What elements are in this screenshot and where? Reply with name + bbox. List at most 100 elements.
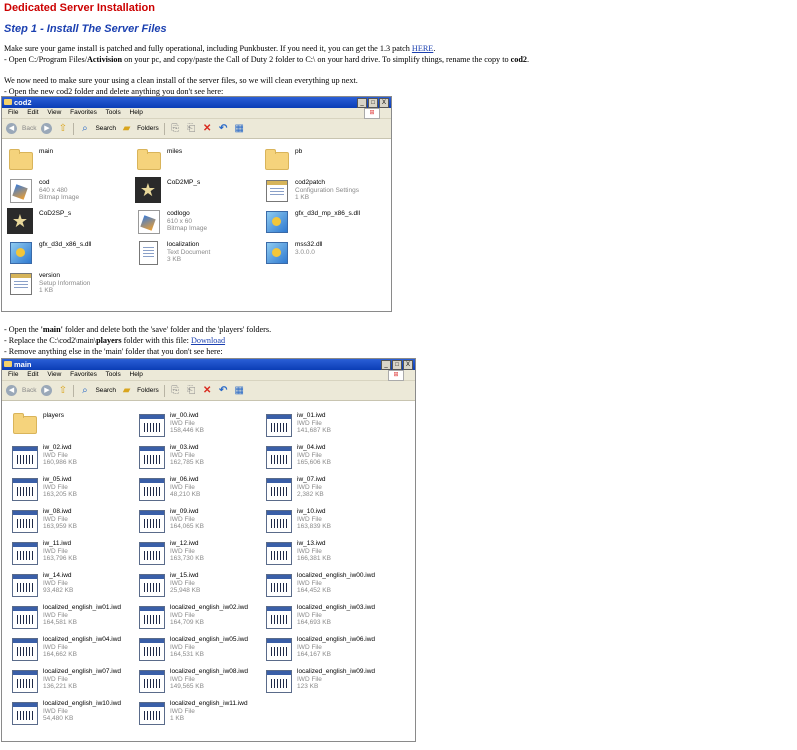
menu-edit[interactable]: Edit bbox=[27, 109, 38, 116]
title-bar[interactable]: main _ □ X bbox=[2, 359, 415, 370]
menu-help[interactable]: Help bbox=[130, 371, 143, 378]
menu-favorites[interactable]: Favorites bbox=[70, 371, 97, 378]
views-icon[interactable]: ▦ bbox=[234, 123, 245, 134]
menu-help[interactable]: Help bbox=[130, 109, 143, 116]
file-item[interactable]: iw_05.iwd IWD File 163,205 KB bbox=[11, 474, 131, 504]
file-item[interactable]: localized_english_iw11.iwd IWD File 1 KB bbox=[138, 698, 258, 728]
file-item[interactable]: localized_english_iw04.iwd IWD File 164,66… bbox=[11, 634, 131, 664]
file-item[interactable]: localization Text Document 3 KB bbox=[135, 239, 255, 269]
file-detail: IWD File bbox=[170, 419, 195, 427]
menu-favorites[interactable]: Favorites bbox=[70, 109, 97, 116]
close-button[interactable]: X bbox=[403, 360, 413, 370]
file-item[interactable]: iw_13.iwd IWD File 166,381 KB bbox=[265, 538, 385, 568]
file-item[interactable]: ★ CoD2SP_s bbox=[7, 208, 127, 238]
file-detail: 149,565 KB bbox=[170, 683, 204, 690]
file-item[interactable]: players bbox=[11, 410, 131, 440]
file-detail: 164,709 KB bbox=[170, 619, 204, 626]
menu-file[interactable]: File bbox=[8, 109, 18, 116]
file-item[interactable]: miles bbox=[135, 146, 255, 176]
move-to-icon[interactable]: ⎘ bbox=[170, 385, 181, 396]
file-item[interactable]: iw_14.iwd IWD File 93,482 KB bbox=[11, 570, 131, 600]
patch-link[interactable]: HERE bbox=[412, 44, 433, 53]
file-item[interactable]: pb bbox=[263, 146, 383, 176]
menu-view[interactable]: View bbox=[47, 109, 61, 116]
file-item[interactable]: localized_english_iw09.iwd IWD File 123 KB bbox=[265, 666, 385, 696]
file-item[interactable]: iw_07.iwd IWD File 2,382 KB bbox=[265, 474, 385, 504]
folders-icon[interactable]: ▰ bbox=[121, 123, 132, 134]
file-item[interactable]: iw_04.iwd IWD File 165,606 KB bbox=[265, 442, 385, 472]
text: - Open C:/Program Files/ bbox=[4, 55, 88, 64]
file-item[interactable]: iw_11.iwd IWD File 163,796 KB bbox=[11, 538, 131, 568]
maximize-button[interactable]: □ bbox=[392, 360, 402, 370]
file-item[interactable]: localized_english_iw00.iwd IWD File 164,45… bbox=[265, 570, 385, 600]
file-item[interactable]: gfx_d3d_x86_s.dll bbox=[7, 239, 127, 269]
up-folder-icon[interactable]: ⇧ bbox=[57, 123, 68, 134]
delete-icon[interactable]: ✕ bbox=[202, 123, 213, 134]
file-item[interactable]: localized_english_iw05.iwd IWD File 164,53… bbox=[138, 634, 258, 664]
file-detail: Text Document bbox=[167, 248, 211, 256]
search-button-label[interactable]: Search bbox=[95, 125, 116, 132]
menu-view[interactable]: View bbox=[47, 371, 61, 378]
menu-tools[interactable]: Tools bbox=[106, 109, 121, 116]
text: folder and delete both the 'save' folder… bbox=[62, 325, 272, 334]
file-item[interactable]: ★ CoD2MP_s bbox=[135, 177, 255, 207]
folders-icon[interactable]: ▰ bbox=[121, 385, 132, 396]
file-item[interactable]: iw_06.iwd IWD File 48,210 KB bbox=[138, 474, 258, 504]
maximize-button[interactable]: □ bbox=[368, 98, 378, 108]
file-item[interactable]: localized_english_iw02.iwd IWD File 164,70… bbox=[138, 602, 258, 632]
download-link[interactable]: Download bbox=[191, 336, 225, 345]
search-icon[interactable]: ⌕ bbox=[79, 385, 90, 396]
search-button-label[interactable]: Search bbox=[95, 387, 116, 394]
file-item[interactable]: localized_english_iw10.iwd IWD File 54,480… bbox=[11, 698, 131, 728]
file-item[interactable]: localized_english_iw03.iwd IWD File 164,69… bbox=[265, 602, 385, 632]
up-folder-icon[interactable]: ⇧ bbox=[57, 385, 68, 396]
copy-to-icon[interactable]: ⎗ bbox=[186, 123, 197, 134]
forward-arrow-icon[interactable]: ▶ bbox=[41, 385, 53, 396]
file-name: iw_08.iwd bbox=[43, 508, 72, 515]
undo-icon[interactable]: ↶ bbox=[218, 385, 229, 396]
file-item[interactable]: iw_08.iwd IWD File 163,959 KB bbox=[11, 506, 131, 536]
delete-icon[interactable]: ✕ bbox=[202, 385, 213, 396]
file-item[interactable]: mss32.dll 3.0.0.0 bbox=[263, 239, 383, 269]
menu-file[interactable]: File bbox=[8, 371, 18, 378]
minimize-button[interactable]: _ bbox=[381, 360, 391, 370]
menu-tools[interactable]: Tools bbox=[106, 371, 121, 378]
file-item[interactable]: localized_english_iw06.iwd IWD File 164,16… bbox=[265, 634, 385, 664]
menu-edit[interactable]: Edit bbox=[27, 371, 38, 378]
undo-icon[interactable]: ↶ bbox=[218, 123, 229, 134]
file-item[interactable]: iw_02.iwd IWD File 160,986 KB bbox=[11, 442, 131, 472]
file-item[interactable]: cod 640 x 480 Bitmap Image bbox=[7, 177, 127, 207]
move-to-icon[interactable]: ⎘ bbox=[170, 123, 181, 134]
file-item[interactable]: localized_english_iw01.iwd IWD File 164,58… bbox=[11, 602, 131, 632]
close-button[interactable]: X bbox=[379, 98, 389, 108]
file-item[interactable]: iw_09.iwd IWD File 164,065 KB bbox=[138, 506, 258, 536]
folders-button-label[interactable]: Folders bbox=[137, 387, 159, 394]
file-item[interactable]: iw_10.iwd IWD File 163,839 KB bbox=[265, 506, 385, 536]
minimize-button[interactable]: _ bbox=[357, 98, 367, 108]
file-name: codlogo bbox=[167, 210, 190, 217]
file-item[interactable]: iw_01.iwd IWD File 141,687 KB bbox=[265, 410, 385, 440]
search-icon[interactable]: ⌕ bbox=[79, 123, 90, 134]
file-detail: IWD File bbox=[170, 675, 195, 683]
file-item[interactable]: gfx_d3d_mp_x86_s.dll bbox=[263, 208, 383, 238]
file-item[interactable]: localized_english_iw07.iwd IWD File 136,22… bbox=[11, 666, 131, 696]
forward-arrow-icon[interactable]: ▶ bbox=[41, 123, 53, 134]
file-item[interactable]: iw_00.iwd IWD File 158,446 KB bbox=[138, 410, 258, 440]
file-item[interactable]: iw_15.iwd IWD File 25,948 KB bbox=[138, 570, 258, 600]
file-detail: IWD File bbox=[170, 611, 195, 619]
file-item[interactable]: iw_03.iwd IWD File 162,785 KB bbox=[138, 442, 258, 472]
file-item[interactable]: localized_english_iw08.iwd IWD File 149,56… bbox=[138, 666, 258, 696]
file-item[interactable]: iw_12.iwd IWD File 163,730 KB bbox=[138, 538, 258, 568]
folders-button-label[interactable]: Folders bbox=[137, 125, 159, 132]
file-item[interactable]: version Setup Information 1 KB bbox=[7, 270, 127, 300]
back-button-label[interactable]: Back bbox=[22, 125, 36, 132]
back-arrow-icon[interactable]: ◀ bbox=[6, 123, 17, 134]
copy-to-icon[interactable]: ⎗ bbox=[186, 385, 197, 396]
views-icon[interactable]: ▦ bbox=[234, 385, 245, 396]
title-bar[interactable]: cod2 _ □ X bbox=[2, 97, 391, 108]
file-item[interactable]: codlogo 610 x 60 Bitmap Image bbox=[135, 208, 255, 238]
back-button-label[interactable]: Back bbox=[22, 387, 36, 394]
file-item[interactable]: cod2patch Configuration Settings 1 KB bbox=[263, 177, 383, 207]
file-item[interactable]: main bbox=[7, 146, 127, 176]
back-arrow-icon[interactable]: ◀ bbox=[6, 385, 17, 396]
